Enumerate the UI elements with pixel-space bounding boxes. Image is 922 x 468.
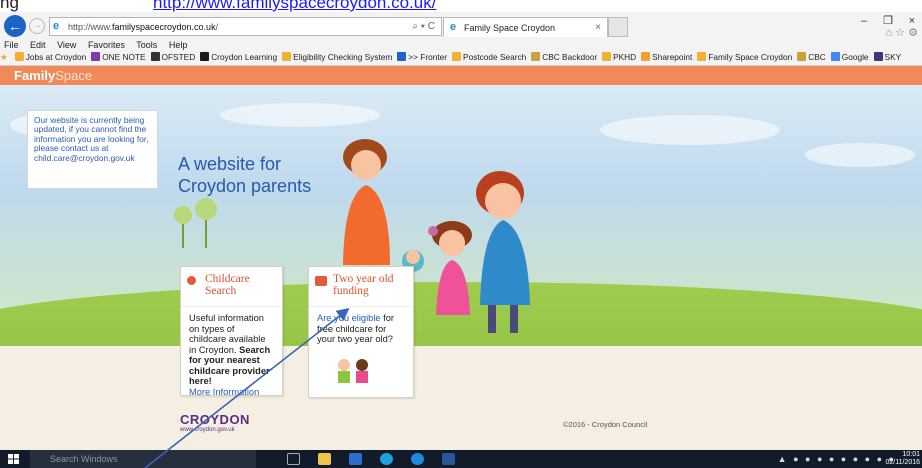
favorite-icon	[797, 52, 807, 61]
clock[interactable]: 10:01 02/11/2016	[885, 451, 920, 467]
favorite-link[interactable]: Croydon Learning	[200, 52, 277, 62]
more-information-link[interactable]: More Information	[189, 387, 259, 397]
favorite-link[interactable]: CBC Backdoor	[531, 52, 597, 62]
hero-tagline: A website for Croydon parents	[178, 154, 312, 196]
favorites-star-icon[interactable]: ★	[0, 52, 7, 62]
card-body: Useful information on types of childcare…	[181, 307, 282, 403]
favorite-link[interactable]: Postcode Search	[452, 52, 526, 62]
address-tools[interactable]: ⌕ ▾ C	[412, 21, 435, 32]
favorite-icon	[14, 52, 24, 61]
card-header: Childcare Search	[181, 267, 282, 307]
menu-tools[interactable]: Tools	[136, 40, 157, 50]
home-icon[interactable]: ⌂	[885, 27, 892, 39]
favorite-icon	[641, 52, 651, 61]
back-arrow-icon: ←	[8, 18, 22, 34]
favorite-icon	[697, 52, 707, 61]
caption-link[interactable]: http://www.familyspacecroydon.co.uk/	[153, 0, 436, 12]
address-bar[interactable]: e http://www.familyspacecroydon.co.uk/ ⌕…	[49, 17, 442, 36]
favorite-link[interactable]: PKHD	[602, 52, 636, 62]
copyright: ©2016 - Croydon Council	[563, 420, 648, 429]
task-view-icon[interactable]	[287, 453, 300, 465]
taskbar-search[interactable]: Search Windows	[30, 450, 256, 468]
menu-favorites[interactable]: Favorites	[88, 40, 125, 50]
favorite-link[interactable]: CBC	[797, 52, 826, 62]
internet-explorer-icon[interactable]	[411, 453, 424, 465]
minimize-button[interactable]: –	[854, 12, 874, 30]
eligibility-link[interactable]: Are you eligible	[317, 313, 381, 323]
favorite-icon	[452, 52, 462, 61]
favorite-link[interactable]: >> Fronter	[397, 52, 447, 62]
new-tab-button[interactable]	[608, 17, 628, 37]
card-body: Are you eligible for free childcare for …	[309, 307, 413, 351]
favorite-icon	[397, 52, 407, 61]
caption-strip: ng http://www.familyspacecroydon.co.uk/	[0, 0, 922, 12]
menu-edit[interactable]: Edit	[30, 40, 46, 50]
favorite-link[interactable]: Sharepoint	[641, 52, 692, 62]
windows-start-icon[interactable]	[8, 454, 19, 464]
favorite-link[interactable]: OFSTED	[150, 52, 195, 62]
outlook-icon[interactable]	[349, 453, 362, 465]
menu-view[interactable]: View	[57, 40, 76, 50]
favorites-star-icon[interactable]: ☆	[895, 27, 905, 39]
childcare-search-card[interactable]: Childcare Search Useful information on t…	[180, 266, 283, 397]
favorite-icon	[91, 52, 101, 61]
children-illustration	[338, 359, 368, 383]
toolbar-icons[interactable]: ⌂ ☆ ⚙	[885, 26, 918, 39]
web-page: FamilySpace Our website is currently bei…	[0, 66, 922, 450]
card-header: Two year old funding	[309, 267, 413, 307]
address-url: http://www.familyspacecroydon.co.uk/	[68, 22, 219, 32]
card-title: Childcare Search	[205, 273, 250, 297]
favorite-link[interactable]: Eligibility Checking System	[282, 52, 392, 62]
tab-close-icon[interactable]: ×	[595, 22, 601, 33]
forward-button[interactable]: →	[29, 18, 45, 34]
caption-text: ng	[0, 0, 19, 12]
favorite-link[interactable]: Family Space Croydon	[697, 52, 792, 62]
card-title: Two year old funding	[333, 273, 394, 297]
favorite-icon	[830, 52, 840, 61]
favorite-icon	[150, 52, 160, 61]
browser-tab[interactable]: e Family Space Croydon ×	[443, 17, 608, 37]
skype-icon[interactable]	[380, 453, 393, 465]
croydon-logo[interactable]: CROYDON	[180, 412, 250, 427]
favorite-icon	[282, 52, 292, 61]
ie-logo-icon: e	[53, 20, 60, 32]
site-notice: Our website is currently being updated, …	[27, 110, 158, 189]
forward-arrow-icon: →	[32, 20, 42, 31]
system-tray[interactable]: ▲ ● ● ● ● ● ● ● ● ●	[778, 454, 896, 464]
book-icon	[315, 276, 327, 286]
tab-favicon-icon: e	[450, 21, 457, 33]
trees-left	[174, 198, 217, 248]
favorite-icon	[602, 52, 612, 61]
back-button[interactable]: ←	[4, 15, 26, 37]
favorites-bar: ★ Jobs at Croydon ONE NOTE OFSTED Croydon L…	[0, 52, 922, 65]
menu-file[interactable]: File	[4, 40, 19, 50]
menu-bar: File Edit View Favorites Tools Help	[4, 40, 196, 50]
two-year-funding-card[interactable]: Two year old funding Are you eligible for…	[308, 266, 414, 398]
windows-taskbar: Search Windows ▲ ● ● ● ● ● ● ● ● ● 10:01…	[0, 450, 922, 468]
favorite-icon	[200, 52, 210, 61]
site-header-bar: FamilySpace	[0, 66, 922, 85]
favorite-icon	[873, 52, 883, 61]
word-icon[interactable]	[442, 453, 455, 465]
croydon-url: www.croydon.gov.uk	[180, 427, 235, 433]
browser-chrome: ← → e http://www.familyspacecroydon.co.u…	[0, 12, 922, 66]
menu-help[interactable]: Help	[169, 40, 188, 50]
tab-title: Family Space Croydon	[464, 23, 556, 33]
family-space-logo[interactable]: FamilySpace	[14, 68, 92, 83]
favorite-link[interactable]: SKY	[873, 52, 901, 62]
favorite-link[interactable]: Google	[830, 52, 869, 62]
favorite-link[interactable]: ONE NOTE	[91, 52, 146, 62]
file-explorer-icon[interactable]	[318, 453, 331, 465]
people-icon	[187, 276, 196, 285]
favorite-link[interactable]: Jobs at Croydon	[14, 52, 86, 62]
settings-gear-icon[interactable]: ⚙	[908, 27, 918, 39]
favorite-icon	[531, 52, 541, 61]
